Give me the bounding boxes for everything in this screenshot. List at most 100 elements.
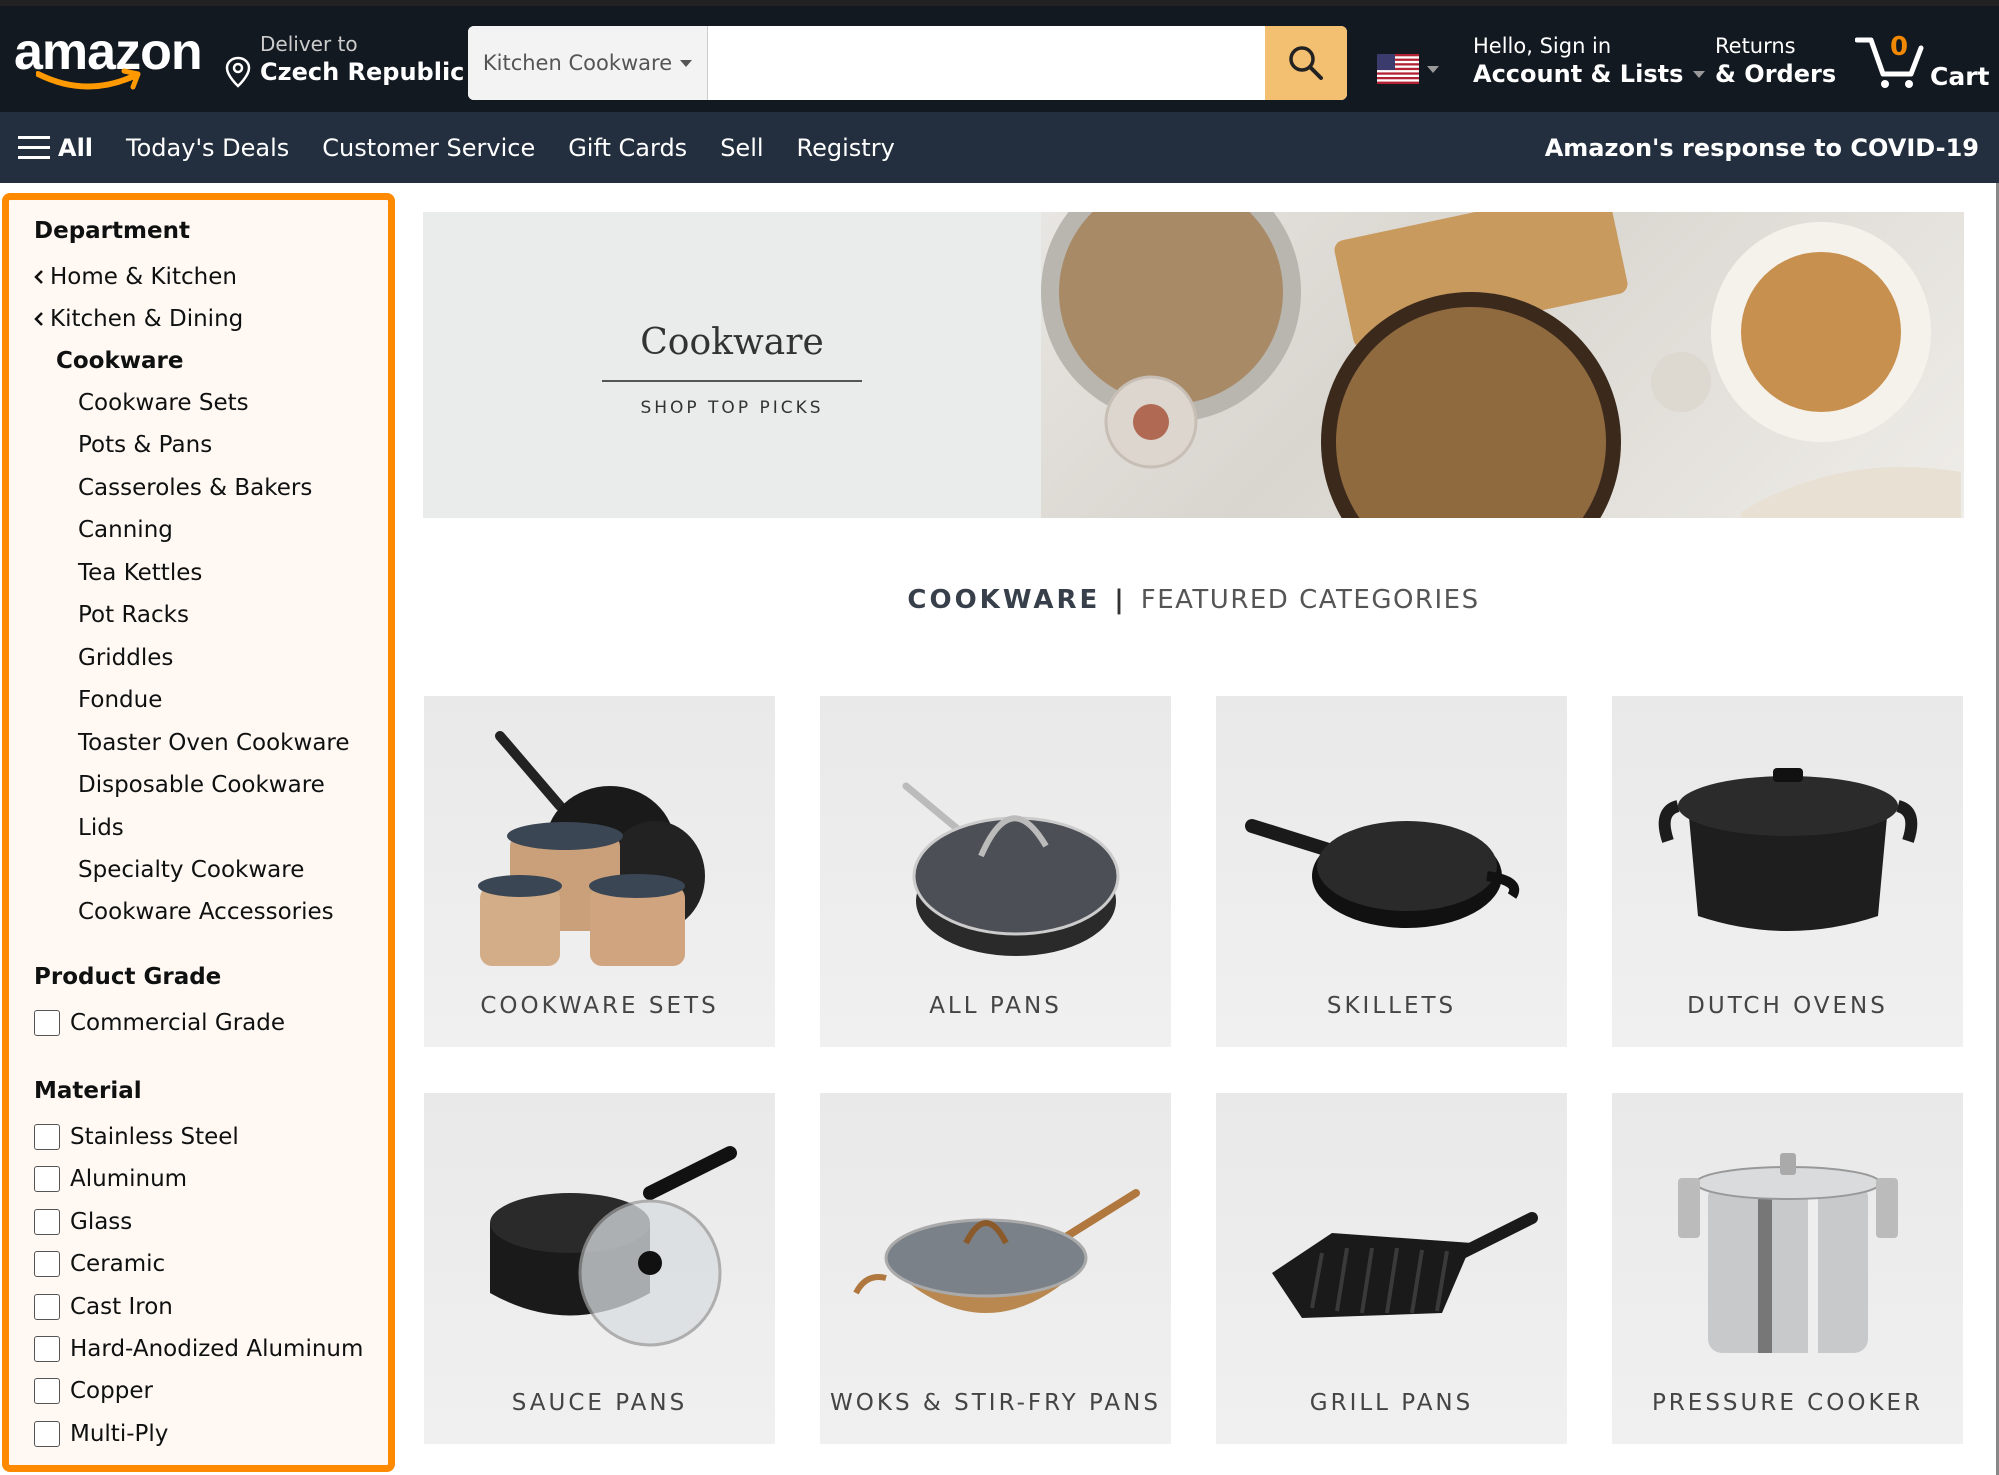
all-menu-button[interactable]: All — [18, 134, 93, 162]
subcategory-link[interactable]: Lids — [78, 815, 124, 841]
checkbox-label: Multi-Ply — [70, 1421, 169, 1447]
checkbox[interactable] — [34, 1010, 60, 1036]
checkbox[interactable] — [34, 1378, 60, 1404]
filter-sidebar: Department Home & Kitchen Kitchen & Dini… — [2, 193, 395, 1472]
subcategory-link[interactable]: Toaster Oven Cookware — [78, 730, 350, 756]
nav-sell[interactable]: Sell — [720, 134, 763, 162]
category-card-dutch-ovens[interactable]: DUTCH OVENS — [1612, 696, 1963, 1047]
card-label: DUTCH OVENS — [1687, 993, 1888, 1019]
back-link-home-kitchen[interactable]: Home & Kitchen — [34, 264, 237, 290]
all-menu-label: All — [58, 133, 94, 162]
banner-title: Cookware — [640, 322, 824, 363]
subcategory-link[interactable]: Casseroles & Bakers — [78, 475, 312, 501]
checkbox-label: Ceramic — [70, 1251, 166, 1277]
chevron-left-icon — [34, 270, 43, 284]
nav-customer-service[interactable]: Customer Service — [322, 134, 535, 162]
subcategory-link[interactable]: Disposable Cookware — [78, 772, 325, 798]
search-input[interactable] — [708, 26, 1265, 100]
filter-glass[interactable]: Glass — [34, 1209, 132, 1235]
account-and-lists[interactable]: Hello, Sign in Account & Lists — [1473, 34, 1706, 88]
cookware-set-image — [477, 731, 705, 966]
smile-arrow-icon — [36, 68, 141, 90]
cart-button[interactable]: 0 Cart — [1855, 32, 1990, 94]
category-card-grill-pans[interactable]: GRILL PANS — [1216, 1093, 1567, 1444]
filter-cast-iron[interactable]: Cast Iron — [34, 1294, 173, 1320]
category-card-sauce-pans[interactable]: SAUCE PANS — [424, 1093, 775, 1444]
checkbox-label: Aluminum — [70, 1166, 188, 1192]
sauce-pan-image — [489, 1146, 737, 1347]
checkbox[interactable] — [34, 1209, 60, 1235]
category-card-all-pans[interactable]: ALL PANS — [820, 696, 1171, 1047]
department-heading: Department — [34, 218, 190, 244]
checkbox-label: Cast Iron — [70, 1294, 173, 1320]
subcategory-link[interactable]: Cookware Accessories — [78, 899, 334, 925]
search-bar: Kitchen Cookware — [468, 26, 1347, 100]
checkbox-label: Glass — [70, 1209, 133, 1235]
filter-ceramic[interactable]: Ceramic — [34, 1251, 165, 1277]
subcategory-link[interactable]: Pot Racks — [78, 602, 189, 628]
returns-and-orders[interactable]: Returns & Orders — [1715, 34, 1836, 88]
subcategory-link[interactable]: Griddles — [78, 645, 173, 671]
chevron-down-icon — [1427, 65, 1439, 73]
subcategory-link[interactable]: Cookware Sets — [78, 390, 249, 416]
amazon-logo[interactable]: amazon — [14, 24, 203, 99]
card-label: SKILLETS — [1326, 993, 1457, 1019]
filter-stainless-steel[interactable]: Stainless Steel — [34, 1124, 239, 1150]
featured-heading-main: COOKWARE — [907, 585, 1101, 615]
skillet-image — [1244, 819, 1519, 928]
filter-copper[interactable]: Copper — [34, 1378, 153, 1404]
wok-image — [852, 1189, 1140, 1313]
category-card-cookware-sets[interactable]: COOKWARE SETS — [424, 696, 775, 1047]
hero-banner[interactable]: Cookware SHOP TOP PICKS — [423, 212, 1964, 518]
category-card-woks[interactable]: WOKS & STIR-FRY PANS — [820, 1093, 1171, 1444]
search-button[interactable] — [1265, 26, 1347, 100]
filter-hard-anodized-aluminum[interactable]: Hard-Anodized Aluminum — [34, 1336, 363, 1362]
checkbox[interactable] — [34, 1166, 60, 1192]
language-selector[interactable] — [1377, 54, 1439, 84]
category-card-skillets[interactable]: SKILLETS — [1216, 696, 1567, 1047]
back-link-label: Kitchen & Dining — [50, 306, 244, 332]
back-link-kitchen-dining[interactable]: Kitchen & Dining — [34, 306, 243, 332]
covid-response-link[interactable]: Amazon's response to COVID-19 — [1545, 112, 1979, 183]
checkbox[interactable] — [34, 1251, 60, 1277]
cart-count: 0 — [1890, 32, 1909, 62]
category-card-pressure-cooker[interactable]: PRESSURE COOKER — [1612, 1093, 1963, 1444]
card-label: GRILL PANS — [1309, 1390, 1474, 1416]
subcategory-link[interactable]: Specialty Cookware — [78, 857, 304, 883]
checkbox[interactable] — [34, 1336, 60, 1362]
shop-top-picks-link[interactable]: SHOP TOP PICKS — [423, 398, 1041, 418]
nav-gift-cards[interactable]: Gift Cards — [568, 134, 687, 162]
checkbox-label: Hard-Anodized Aluminum — [70, 1336, 364, 1362]
subcategory-link[interactable]: Tea Kettles — [78, 560, 202, 586]
search-category-dropdown[interactable]: Kitchen Cookware — [468, 26, 708, 100]
filter-commercial-grade[interactable]: Commercial Grade — [34, 1010, 285, 1036]
nav-todays-deals[interactable]: Today's Deals — [126, 134, 289, 162]
checkbox[interactable] — [34, 1294, 60, 1320]
filter-aluminum[interactable]: Aluminum — [34, 1166, 187, 1192]
checkbox[interactable] — [34, 1124, 60, 1150]
card-label: COOKWARE SETS — [480, 993, 719, 1019]
pressure-cooker-image — [1677, 1153, 1898, 1353]
us-flag-icon — [1377, 54, 1419, 84]
card-label: ALL PANS — [929, 993, 1062, 1019]
returns-label: Returns — [1715, 34, 1796, 58]
search-icon — [1289, 46, 1323, 80]
checkbox-label: Stainless Steel — [70, 1124, 239, 1150]
nav-bar: All Today's Deals Customer Service Gift … — [0, 112, 1999, 183]
subcategory-link[interactable]: Fondue — [78, 687, 162, 713]
filter-multi-ply[interactable]: Multi-Ply — [34, 1421, 168, 1447]
pasta-dishes-image — [1041, 212, 1961, 518]
subcategory-link[interactable]: Canning — [78, 517, 173, 543]
hamburger-menu-icon — [18, 135, 50, 159]
material-heading: Material — [34, 1078, 142, 1104]
checkbox[interactable] — [34, 1421, 60, 1447]
grill-pan-image — [1271, 1212, 1538, 1318]
checkbox-label: Copper — [70, 1378, 153, 1404]
cart-label: Cart — [1930, 62, 1990, 91]
heading-separator: | — [1114, 585, 1127, 615]
subcategory-link[interactable]: Pots & Pans — [78, 432, 212, 458]
account-label: Account & Lists — [1473, 60, 1684, 88]
featured-heading-sub: FEATURED CATEGORIES — [1140, 585, 1480, 615]
nav-registry[interactable]: Registry — [797, 134, 895, 162]
chevron-down-icon — [680, 59, 693, 67]
